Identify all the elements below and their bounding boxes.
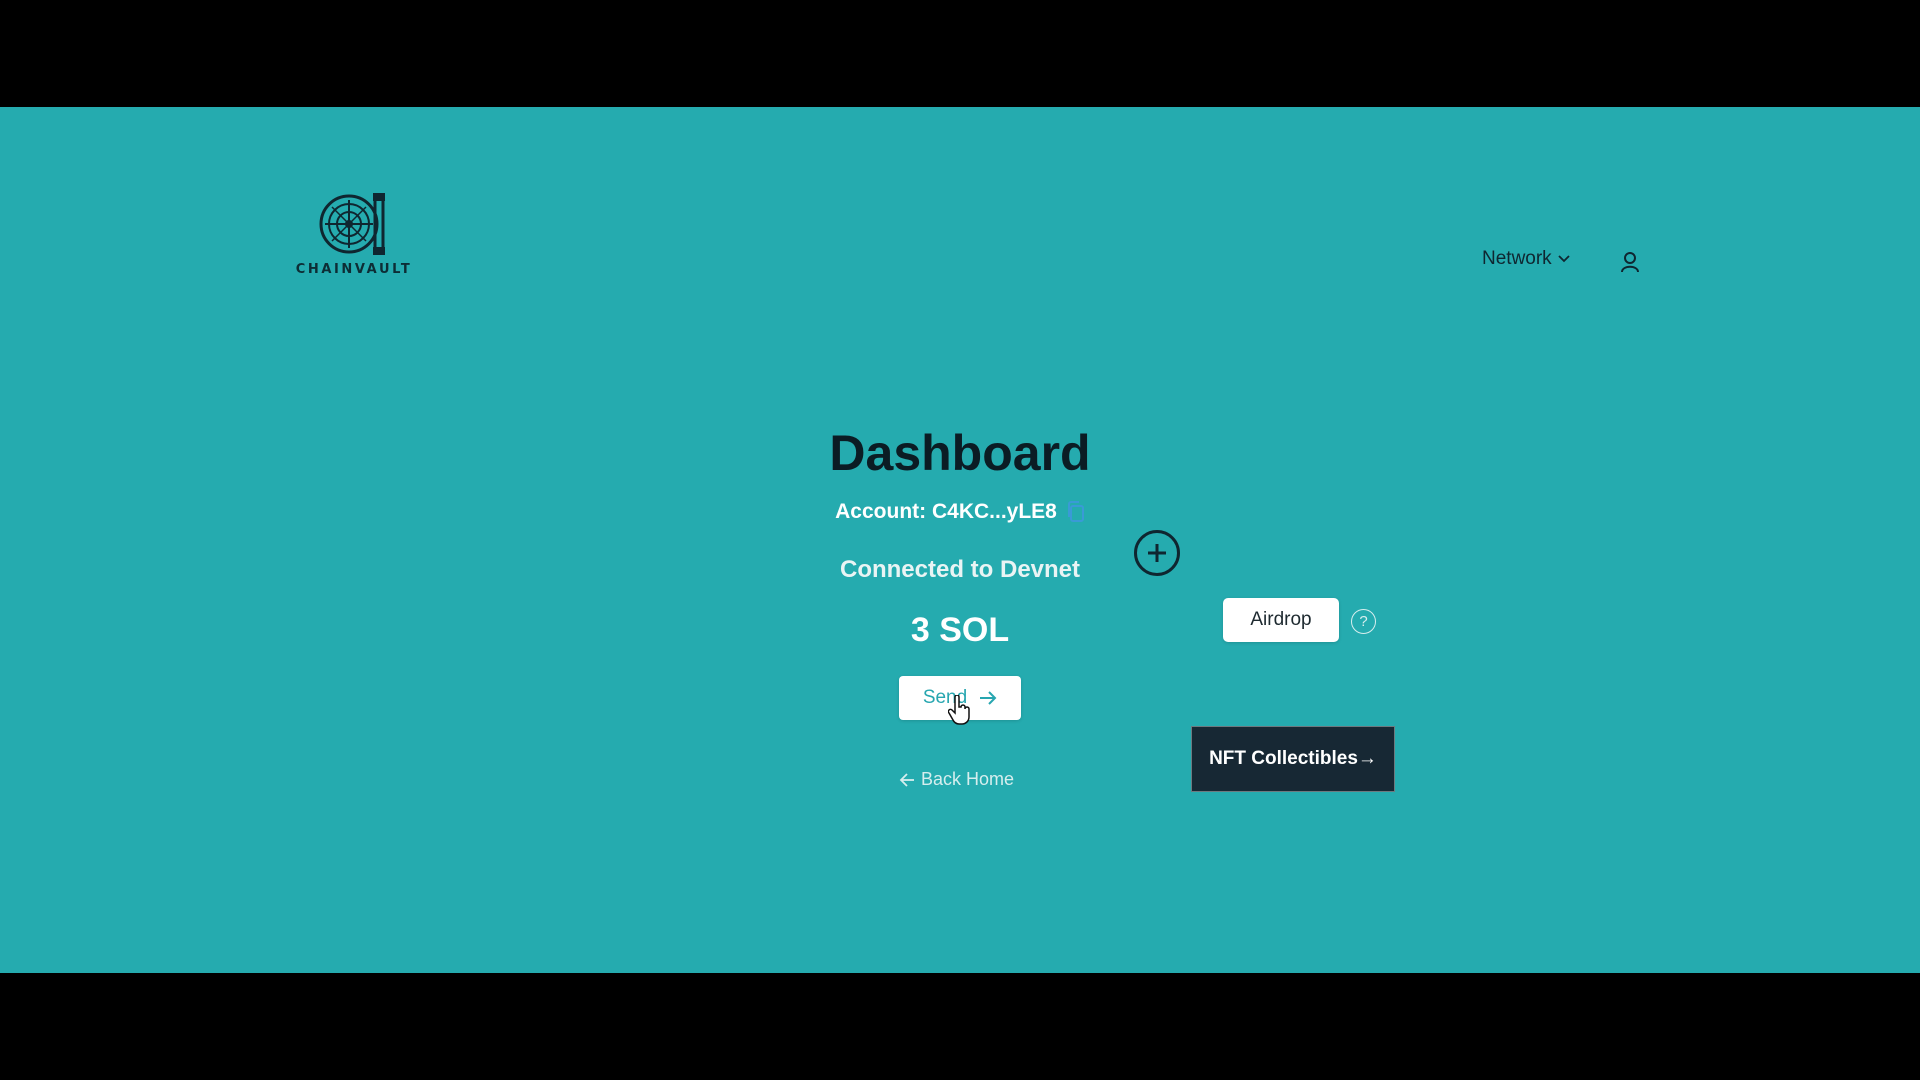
account-row: Account: C4KC...yLE8: [760, 500, 1160, 524]
copy-icon[interactable]: [1067, 501, 1085, 523]
airdrop-button[interactable]: Airdrop: [1223, 598, 1339, 642]
add-button[interactable]: [1134, 530, 1180, 576]
chevron-down-icon: [1558, 255, 1570, 263]
network-status: Connected to Devnet: [839, 556, 1081, 583]
back-home-label: Back Home: [921, 769, 1015, 789]
back-home-link[interactable]: Back Home: [899, 769, 1014, 790]
nft-collectibles-button[interactable]: NFT Collectibles→: [1191, 726, 1395, 792]
app-window: CHAINVAULT Network Dashboard Account: C4…: [0, 107, 1920, 973]
send-button[interactable]: Send: [899, 676, 1021, 720]
help-icon[interactable]: ?: [1351, 609, 1376, 634]
arrow-right-icon: [980, 691, 997, 705]
vault-logo-icon: [319, 193, 385, 255]
account-address: Account: C4KC...yLE8: [835, 500, 1057, 523]
plus-circle-icon: [1148, 544, 1166, 562]
brand-name: CHAINVAULT: [295, 262, 413, 277]
user-icon[interactable]: [1620, 251, 1640, 273]
brand-logo[interactable]: CHAINVAULT: [292, 189, 416, 281]
letterbox-top: [0, 0, 1920, 107]
network-dropdown[interactable]: Network: [1482, 248, 1570, 270]
network-label: Network: [1482, 248, 1552, 269]
balance-value: 3 SOL: [910, 611, 1010, 649]
send-label: Send: [922, 687, 968, 708]
letterbox-bottom: [0, 973, 1920, 1080]
page-title: Dashboard: [829, 425, 1091, 481]
arrow-left-icon: [899, 772, 914, 787]
